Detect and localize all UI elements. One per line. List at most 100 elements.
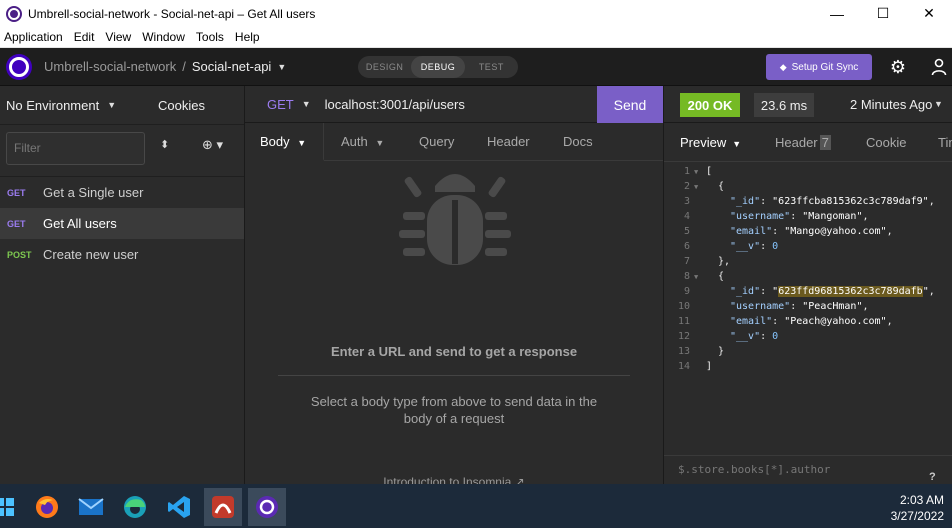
header-count-badge: 7	[819, 135, 831, 150]
tab-preview-label: Preview	[680, 135, 727, 150]
tab-preview[interactable]: Preview ▼	[680, 135, 741, 150]
git-icon: ◆	[779, 61, 787, 72]
line-number: 4	[683, 211, 690, 222]
json-line: "username": "PeacHman",	[730, 301, 869, 312]
insomnia-app-icon	[6, 5, 22, 22]
json-key: "__v"	[730, 331, 761, 342]
filter-input[interactable]: Filter	[6, 132, 145, 165]
tab-response-header-label: Header	[775, 135, 818, 150]
line-number: 12	[677, 331, 690, 342]
menu-view[interactable]: View	[101, 30, 135, 44]
history-select[interactable]: 2 Minutes Ago	[850, 97, 932, 112]
request-item[interactable]: GET Get a Single user	[0, 177, 244, 208]
divider	[278, 375, 630, 376]
chevron-down-icon: ▼	[375, 138, 385, 148]
empty-state-body: Select a body type from above to send da…	[310, 394, 598, 426]
timing-badge: 23.6 ms	[754, 93, 814, 117]
request-pane: GET ▼ localhost:3001/api/users Send Body…	[245, 86, 663, 489]
firefox-icon[interactable]	[28, 488, 66, 526]
json-line: "__v": 0	[730, 241, 779, 252]
tab-response-header[interactable]: Header 7	[775, 135, 831, 150]
jsonpath-filter-input[interactable]: $.store.books[*].author ?	[664, 455, 952, 484]
json-key: "__v"	[730, 241, 761, 252]
request-item-active[interactable]: GET Get All users	[0, 208, 244, 239]
gear-icon[interactable]: ⚙	[886, 55, 910, 79]
environment-select[interactable]: No Environment	[6, 98, 99, 113]
line-number: 11	[677, 316, 690, 327]
windows-start-icon[interactable]	[0, 488, 24, 526]
send-button[interactable]: Send	[597, 86, 663, 123]
sort-icon[interactable]: ⬍	[160, 138, 169, 151]
sidebar: No Environment ▼ Cookies Filter ⬍ ⊕ ▾ GE…	[0, 86, 245, 484]
json-key: "email"	[730, 226, 773, 237]
mode-test[interactable]: TEST	[465, 62, 518, 72]
taskbar: 2:03 AM 3/27/2022	[0, 484, 952, 528]
breadcrumb-project[interactable]: Umbrell-social-network	[44, 59, 176, 74]
response-pane: 200 OK 23.6 ms 2 Minutes Ago ▼ Preview ▼ …	[663, 86, 952, 484]
app-header: Umbrell-social-network / Social-net-api …	[0, 48, 952, 86]
close-button[interactable]: ✕	[906, 0, 952, 27]
line-number: 3	[683, 196, 690, 207]
insomnia-taskbar-icon[interactable]	[248, 488, 286, 526]
breadcrumb-collection[interactable]: Social-net-api	[192, 59, 272, 74]
request-name: Create new user	[43, 247, 139, 262]
system-clock[interactable]: 2:03 AM 3/27/2022	[891, 492, 944, 524]
request-name: Get a Single user	[43, 185, 144, 200]
mode-debug[interactable]: DEBUG	[411, 56, 465, 78]
mail-icon[interactable]	[72, 488, 110, 526]
chevron-down-icon[interactable]: ▼	[934, 99, 943, 109]
line-number: 5	[683, 226, 690, 237]
menu-bar: Application Edit View Window Tools Help	[0, 27, 952, 48]
chevron-down-icon: ▼	[297, 138, 307, 148]
minimize-button[interactable]: —	[814, 0, 860, 27]
fold-icon[interactable]: ▼	[694, 168, 698, 176]
tab-auth-label: Auth	[341, 134, 368, 149]
json-line: "_id": "623ffd96815362c3c789dafb",	[730, 286, 935, 297]
menu-edit[interactable]: Edit	[70, 30, 99, 44]
menu-help[interactable]: Help	[231, 30, 264, 44]
json-line: "username": "Mangoman",	[730, 211, 869, 222]
bug-icon	[399, 174, 511, 265]
fold-icon[interactable]: ▼	[694, 183, 698, 191]
tab-docs[interactable]: Docs	[563, 134, 593, 149]
method-select[interactable]: GET	[267, 97, 294, 112]
git-sync-label: Setup Git Sync	[791, 61, 859, 73]
line-number: 2	[683, 181, 690, 192]
tab-auth[interactable]: Auth ▼	[341, 134, 384, 149]
fold-icon[interactable]: ▼	[694, 273, 698, 281]
add-request-icon[interactable]: ⊕ ▾	[202, 137, 223, 153]
json-value: 0	[772, 331, 779, 342]
status-badge: 200 OK	[680, 93, 740, 117]
maximize-button[interactable]: ☐	[860, 0, 906, 27]
insomnia-logo-icon[interactable]	[6, 53, 32, 80]
mode-switcher: DESIGN DEBUG TEST	[358, 56, 518, 78]
tab-query[interactable]: Query	[419, 134, 454, 149]
cookies-button[interactable]: Cookies	[158, 98, 205, 113]
tab-header[interactable]: Header	[487, 134, 530, 149]
setup-git-sync-button[interactable]: ◆ Setup Git Sync	[766, 54, 872, 80]
response-tabs: Preview ▼ Header7 Cookie Timeline	[664, 123, 952, 162]
request-item[interactable]: POST Create new user	[0, 239, 244, 270]
vscode-icon[interactable]	[160, 488, 198, 526]
title-bar: Umbrell-social-network - Social-net-api …	[0, 0, 952, 27]
menu-application[interactable]: Application	[0, 30, 67, 44]
mode-design[interactable]: DESIGN	[358, 62, 411, 72]
chevron-down-icon[interactable]: ▼	[277, 62, 286, 72]
url-input[interactable]: localhost:3001/api/users	[325, 97, 465, 112]
menu-tools[interactable]: Tools	[192, 30, 228, 44]
line-number: 13	[677, 346, 690, 357]
json-brace: }	[718, 346, 725, 357]
tab-cookie[interactable]: Cookie	[866, 135, 906, 150]
chevron-down-icon[interactable]: ▼	[302, 99, 311, 109]
window-controls: — ☐ ✕	[814, 0, 952, 27]
tab-timeline[interactable]: Timeline	[938, 135, 952, 150]
chevron-down-icon[interactable]: ▼	[107, 100, 116, 110]
menu-window[interactable]: Window	[138, 30, 189, 44]
help-icon[interactable]: ?	[929, 463, 943, 483]
tab-body[interactable]: Body ▼	[260, 134, 306, 149]
edge-icon[interactable]	[116, 488, 154, 526]
account-icon[interactable]	[926, 55, 952, 79]
tab-body-label: Body	[260, 134, 290, 149]
json-brace: {	[718, 271, 725, 282]
terminal-app-icon[interactable]	[204, 488, 242, 526]
